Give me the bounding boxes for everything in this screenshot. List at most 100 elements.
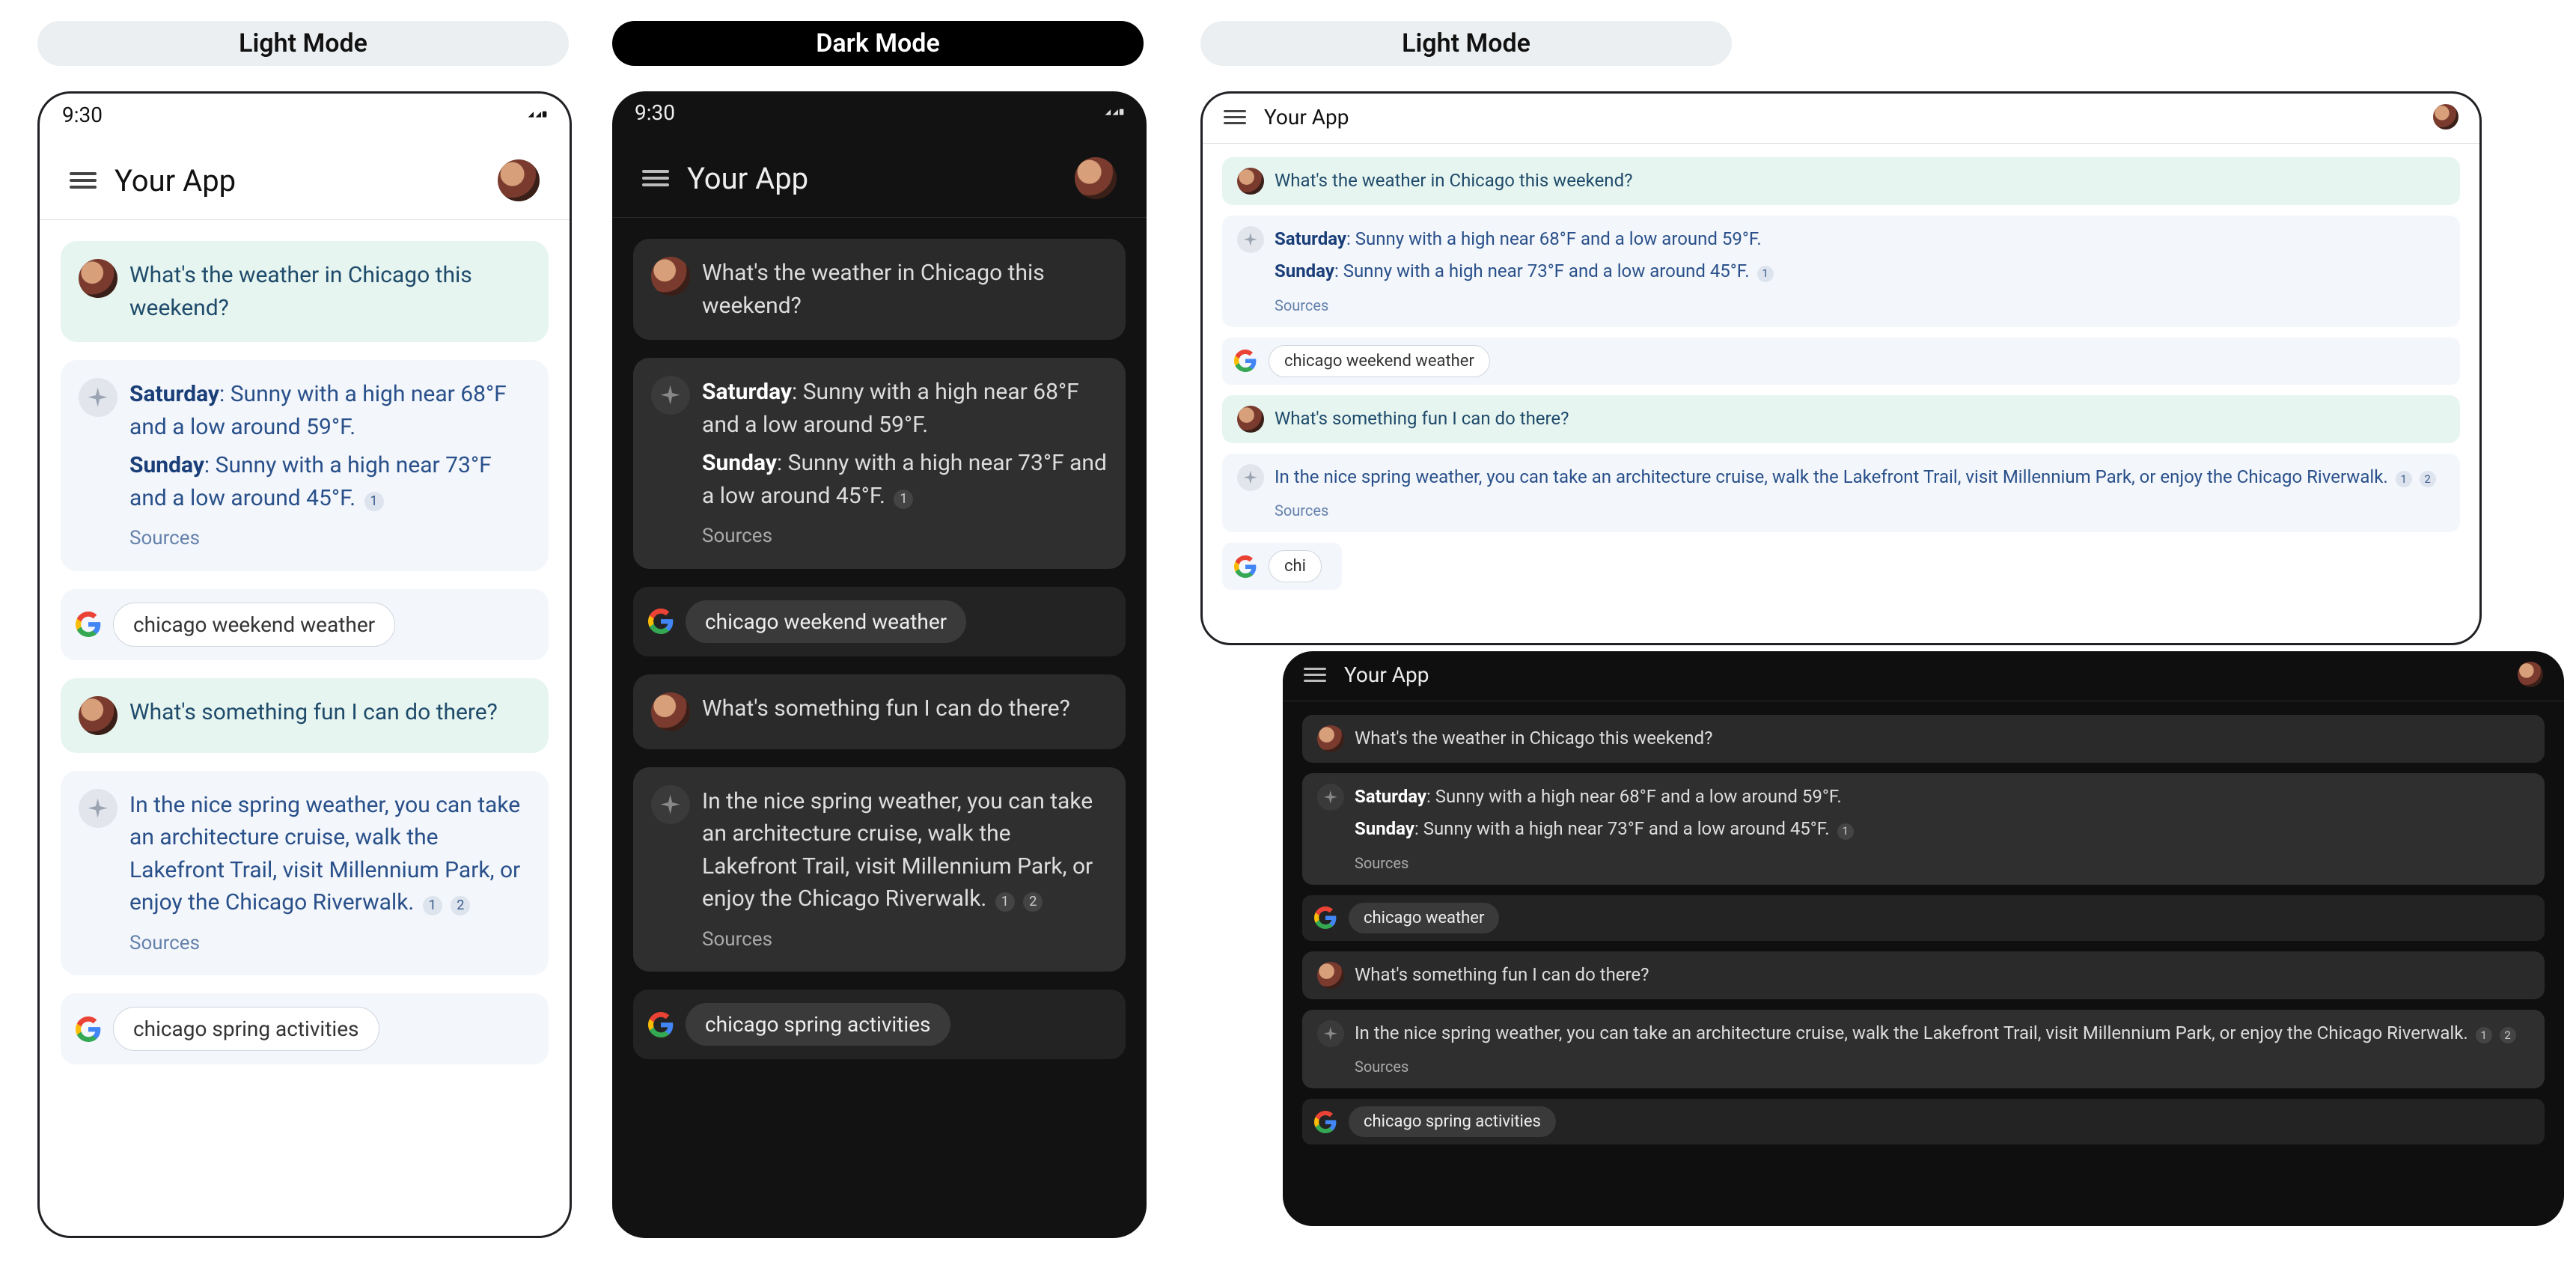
sources-link[interactable]: Sources (1275, 295, 2445, 317)
status-time: 9:30 (62, 103, 103, 127)
citation-badge[interactable]: 1 (2476, 1027, 2492, 1043)
avatar[interactable] (498, 159, 540, 201)
spark-icon (651, 785, 690, 824)
app-title: Your App (1264, 105, 2415, 129)
message-text: What's the weather in Chicago this weeke… (1275, 168, 2445, 194)
sources-link[interactable]: Sources (129, 930, 531, 958)
mode-label-light: Light Mode (37, 21, 569, 66)
message-text: Sunday: Sunny with a high near 73°F and … (1355, 816, 2530, 842)
search-chip[interactable]: chicago spring activities (113, 1007, 379, 1051)
citation-badge[interactable]: 1 (364, 492, 384, 511)
search-chip[interactable]: chicago weekend weather (686, 600, 966, 643)
search-chip[interactable]: chicago weekend weather (1269, 345, 1490, 377)
user-avatar-icon (1317, 962, 1344, 989)
message-text: Sunday: Sunny with a high near 73°F and … (1275, 258, 2445, 284)
ai-message: Saturday: Sunny with a high near 68°F an… (1222, 216, 2460, 327)
source-card: chicago spring activities (633, 990, 1126, 1059)
chat-area: What's the weather in Chicago this weeke… (1203, 144, 2479, 603)
user-avatar-icon (79, 696, 117, 735)
phone-light: 9:30 Your App What's the weather in Chic… (37, 91, 572, 1238)
sources-link[interactable]: Sources (1355, 853, 2530, 874)
sources-link[interactable]: Sources (702, 522, 1108, 551)
message-text: In the nice spring weather, you can take… (1355, 1020, 2530, 1046)
message-text: What's something fun I can do there? (1275, 406, 2445, 432)
message-text: Saturday: Sunny with a high near 68°F an… (702, 376, 1108, 441)
user-message: What's the weather in Chicago this weeke… (633, 239, 1126, 340)
message-text: Saturday: Sunny with a high near 68°F an… (1355, 784, 2530, 810)
search-chip[interactable]: chicago weather (1349, 903, 1499, 933)
user-message: What's something fun I can do there? (61, 678, 549, 753)
sources-link[interactable]: Sources (129, 525, 531, 553)
citation-badge[interactable]: 2 (2420, 471, 2436, 487)
app-title: Your App (115, 163, 480, 198)
message-text: What's the weather in Chicago this weeke… (1355, 725, 2530, 752)
status-bar: 9:30 (612, 91, 1147, 133)
sources-link[interactable]: Sources (1275, 500, 2445, 522)
user-avatar-icon (651, 692, 690, 731)
ai-message: Saturday: Sunny with a high near 68°F an… (61, 360, 549, 571)
spark-icon (1237, 226, 1264, 253)
menu-icon[interactable] (1304, 668, 1326, 682)
tablet-dark: Your App What's the weather in Chicago t… (1283, 651, 2564, 1226)
search-chip[interactable]: chicago spring activities (686, 1003, 950, 1046)
chat-area: What's the weather in Chicago this weeke… (1283, 701, 2564, 1158)
menu-icon[interactable] (70, 172, 97, 189)
source-card: chicago weekend weather (61, 589, 549, 660)
source-card: chicago weekend weather (633, 587, 1126, 656)
google-icon (648, 609, 674, 634)
status-icons (528, 105, 547, 124)
google-icon (1234, 350, 1257, 372)
message-text: What's something fun I can do there? (702, 692, 1108, 725)
ai-message: In the nice spring weather, you can take… (633, 767, 1126, 972)
app-title: Your App (687, 161, 1057, 196)
message-text: In the nice spring weather, you can take… (1275, 464, 2445, 490)
sources-link[interactable]: Sources (1355, 1056, 2530, 1078)
user-message: What's something fun I can do there? (1302, 951, 2545, 999)
menu-icon[interactable] (1224, 110, 1246, 124)
source-card: chicago weekend weather (1222, 338, 2460, 385)
citation-badge[interactable]: 2 (451, 896, 470, 915)
search-chip[interactable]: chicago spring activities (1349, 1106, 1556, 1137)
google-icon (76, 1016, 101, 1042)
spark-icon (1317, 784, 1344, 811)
message-text: In the nice spring weather, you can take… (129, 789, 531, 919)
message-text: What's the weather in Chicago this weeke… (129, 259, 531, 324)
google-icon (1314, 906, 1337, 929)
citation-badge[interactable]: 1 (1757, 266, 1774, 282)
message-text: Saturday: Sunny with a high near 68°F an… (1275, 226, 2445, 252)
app-bar: Your App (1283, 651, 2564, 701)
citation-badge[interactable]: 2 (2500, 1027, 2516, 1043)
spark-icon (1317, 1020, 1344, 1047)
sources-link[interactable]: Sources (702, 926, 1108, 954)
avatar[interactable] (2518, 662, 2543, 687)
citation-badge[interactable]: 2 (1023, 892, 1043, 912)
ai-message: In the nice spring weather, you can take… (1302, 1010, 2545, 1089)
spark-icon (79, 378, 117, 417)
avatar[interactable] (2433, 104, 2459, 129)
source-card: chicago weather (1302, 895, 2545, 941)
citation-badge[interactable]: 1 (894, 490, 913, 509)
search-chip[interactable]: chi (1269, 550, 1322, 582)
user-avatar-icon (1317, 725, 1344, 752)
avatar[interactable] (1075, 157, 1117, 199)
citation-badge[interactable]: 1 (1837, 823, 1854, 840)
user-message: What's the weather in Chicago this weeke… (1302, 715, 2545, 763)
user-message: What's something fun I can do there? (633, 674, 1126, 749)
message-text: What's something fun I can do there? (1355, 962, 2530, 988)
message-text: What's the weather in Chicago this weeke… (702, 257, 1108, 322)
spark-icon (1237, 464, 1264, 491)
source-card: chi (1222, 543, 1342, 590)
app-title: Your App (1344, 662, 2500, 687)
user-avatar-icon (1237, 406, 1264, 433)
citation-badge[interactable]: 1 (2396, 471, 2412, 487)
user-avatar-icon (1237, 168, 1264, 195)
search-chip[interactable]: chicago weekend weather (113, 603, 395, 647)
spark-icon (79, 789, 117, 828)
citation-badge[interactable]: 1 (995, 892, 1015, 912)
citation-badge[interactable]: 1 (423, 896, 442, 915)
user-message: What's the weather in Chicago this weeke… (61, 241, 549, 342)
app-bar: Your App (40, 135, 570, 219)
menu-icon[interactable] (642, 170, 669, 186)
source-card: chicago spring activities (61, 993, 549, 1064)
message-text: What's something fun I can do there? (129, 696, 531, 729)
